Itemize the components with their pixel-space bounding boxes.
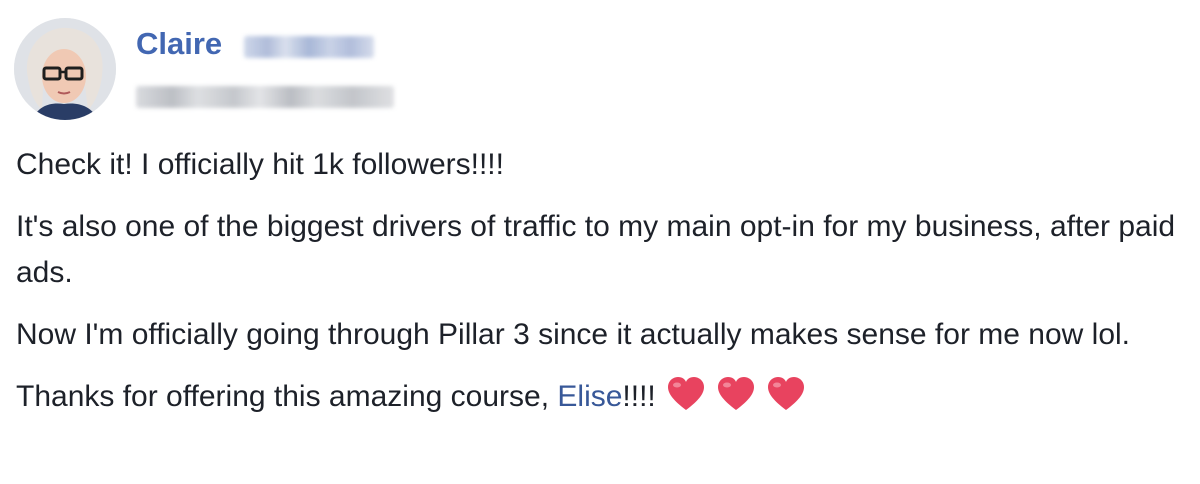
paragraph: Check it! I officially hit 1k followers!…: [16, 148, 504, 181]
heart-icon: [667, 377, 704, 410]
paragraph: Now I'm officially going through Pillar …: [16, 318, 1130, 351]
heart-icon: [767, 377, 804, 410]
paragraph-last: Thanks for offering this amazing course,…: [16, 374, 1191, 420]
last-line-prefix: Thanks for offering this amazing course,: [16, 380, 558, 413]
redacted-timestamp: [136, 86, 394, 108]
facebook-comment: Claire Check it! I officially hit 1k fol…: [0, 0, 1200, 484]
emoji-group: [656, 377, 806, 413]
profile-photo: [14, 18, 116, 120]
heart-icon: [717, 377, 754, 410]
comment-body: Check it! I officially hit 1k followers!…: [16, 142, 1191, 436]
paragraph: It's also one of the biggest drivers of …: [16, 210, 1176, 289]
avatar[interactable]: [14, 18, 116, 120]
mention-link[interactable]: Elise: [557, 380, 622, 413]
redacted-surname: [244, 36, 374, 58]
author-name[interactable]: Claire: [136, 22, 222, 66]
last-line-suffix: !!!!: [622, 380, 656, 413]
